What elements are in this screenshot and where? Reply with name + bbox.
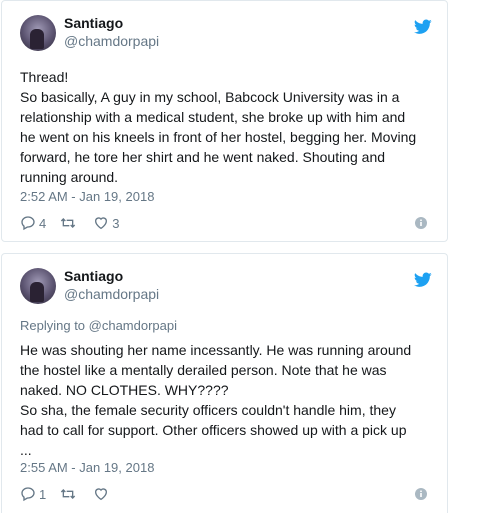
tweet-actions: 4 3: [20, 214, 133, 232]
tweet-text-line: running around.: [20, 169, 119, 185]
reply-count: 4: [39, 215, 47, 231]
like-button[interactable]: [93, 486, 112, 502]
tweet-text-line: relationship with a medical student, she…: [20, 109, 406, 125]
like-icon: [95, 217, 108, 230]
tweet-text-line: forward, he tore her shirt and he went n…: [20, 149, 386, 165]
tweet-timestamp[interactable]: 2:52 AM - Jan 19, 2018: [20, 189, 154, 204]
author-handle[interactable]: @chamdorpapi: [64, 33, 159, 49]
tweet-timestamp[interactable]: 2:55 AM - Jan 19, 2018: [20, 460, 154, 475]
tweet-text-line: had to call for support. Other officers …: [20, 422, 407, 438]
tweet-text-line: Thread!: [20, 69, 69, 85]
tweet-card[interactable]: Santiago @chamdorpapi Thread! So basical…: [1, 0, 448, 242]
tweet-card[interactable]: Santiago @chamdorpapi Replying to @chamd…: [1, 253, 448, 513]
twitter-bird-icon[interactable]: [414, 272, 432, 288]
author-name[interactable]: Santiago: [64, 15, 123, 31]
like-icon: [95, 488, 108, 501]
reply-button[interactable]: 1: [20, 486, 46, 502]
tweet-text-line: he went on his kneels in front of her ho…: [20, 129, 417, 145]
retweet-icon: [61, 218, 76, 228]
like-count: 3: [112, 215, 120, 231]
tweet-text: Thread! So basically, A guy in my school…: [20, 67, 433, 187]
retweet-icon: [61, 489, 76, 499]
tweet-actions: 1: [20, 485, 126, 503]
like-button[interactable]: 3: [93, 215, 119, 231]
info-icon[interactable]: [415, 217, 427, 229]
retweet-button[interactable]: [60, 486, 79, 502]
info-icon[interactable]: [415, 488, 427, 500]
avatar[interactable]: [20, 15, 56, 51]
tweet-text-line: So basically, A guy in my school, Babcoc…: [20, 89, 400, 105]
reply-count: 1: [39, 486, 47, 502]
retweet-button[interactable]: [60, 215, 79, 231]
tweet-text: He was shouting her name incessantly. He…: [20, 340, 433, 460]
tweet-text-line: naked. NO CLOTHES. WHY????: [20, 382, 229, 398]
author-handle[interactable]: @chamdorpapi: [64, 286, 159, 302]
reply-icon: [21, 487, 35, 502]
author-name[interactable]: Santiago: [64, 268, 123, 284]
tweet-text-line: So sha, the female security officers cou…: [20, 402, 396, 418]
tweet-text-line: He was shouting her name incessantly. He…: [20, 342, 412, 358]
twitter-bird-icon[interactable]: [414, 19, 432, 35]
reply-icon: [21, 216, 35, 231]
reply-button[interactable]: 4: [20, 215, 46, 231]
tweet-text-line: ...: [20, 442, 32, 458]
replying-to-label[interactable]: Replying to @chamdorpapi: [20, 318, 177, 333]
tweet-text-line: the hostel like a mentally derailed pers…: [20, 362, 387, 378]
avatar[interactable]: [20, 268, 56, 304]
